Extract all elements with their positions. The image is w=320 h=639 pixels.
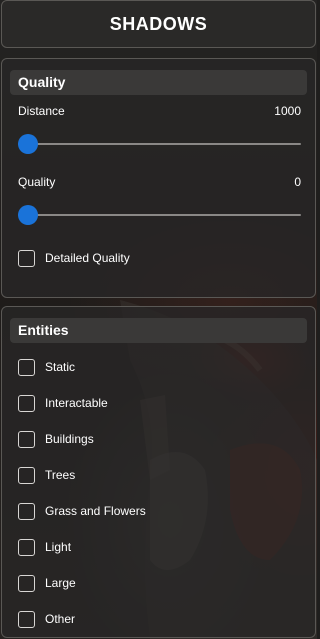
interactable-label: Interactable xyxy=(45,396,108,410)
distance-slider[interactable] xyxy=(18,134,301,154)
trees-label: Trees xyxy=(45,468,76,482)
entity-option-light[interactable]: Light xyxy=(18,529,315,565)
buildings-checkbox[interactable] xyxy=(18,430,35,448)
buildings-label: Buildings xyxy=(45,432,94,446)
other-label: Other xyxy=(45,612,76,626)
detailed-quality-checkbox[interactable] xyxy=(18,249,35,267)
distance-label: Distance xyxy=(18,104,65,118)
quality-slider[interactable] xyxy=(18,205,301,225)
entity-option-static[interactable]: Static xyxy=(18,349,315,385)
quality-section: Quality Distance 1000 Quality 0 Detailed… xyxy=(1,58,316,298)
grass-and-flowers-checkbox[interactable] xyxy=(18,502,35,520)
quality-slider-track[interactable] xyxy=(18,214,301,216)
entity-option-buildings[interactable]: Buildings xyxy=(18,421,315,457)
quality-section-title: Quality xyxy=(10,70,307,95)
distance-slider-thumb[interactable] xyxy=(18,134,38,154)
large-label: Large xyxy=(45,576,76,590)
interactable-checkbox[interactable] xyxy=(18,394,35,412)
header-panel: SHADOWS xyxy=(1,0,316,48)
other-checkbox[interactable] xyxy=(18,610,35,628)
quality-slider-row: Quality 0 xyxy=(18,174,301,225)
quality-value: 0 xyxy=(294,175,301,189)
static-checkbox[interactable] xyxy=(18,358,35,376)
large-checkbox[interactable] xyxy=(18,574,35,592)
entities-list: Static Interactable Buildings Trees Gras… xyxy=(2,349,315,637)
detailed-quality-option[interactable]: Detailed Quality xyxy=(18,240,315,276)
quality-label: Quality xyxy=(18,175,56,189)
distance-slider-track[interactable] xyxy=(18,143,301,145)
entity-option-trees[interactable]: Trees xyxy=(18,457,315,493)
distance-value: 1000 xyxy=(274,104,301,118)
entity-option-grass-and-flowers[interactable]: Grass and Flowers xyxy=(18,493,315,529)
distance-slider-row: Distance 1000 xyxy=(18,103,301,154)
entity-option-other[interactable]: Other xyxy=(18,601,315,637)
entities-section: Entities Static Interactable Buildings T… xyxy=(1,306,316,638)
quality-slider-thumb[interactable] xyxy=(18,205,38,225)
grass-and-flowers-label: Grass and Flowers xyxy=(45,504,146,518)
trees-checkbox[interactable] xyxy=(18,466,35,484)
entity-option-large[interactable]: Large xyxy=(18,565,315,601)
entities-section-title: Entities xyxy=(10,318,307,343)
detailed-quality-label: Detailed Quality xyxy=(45,251,130,265)
light-checkbox[interactable] xyxy=(18,538,35,556)
entity-option-interactable[interactable]: Interactable xyxy=(18,385,315,421)
page-title: SHADOWS xyxy=(109,13,208,34)
static-label: Static xyxy=(45,360,76,374)
light-label: Light xyxy=(45,540,72,554)
